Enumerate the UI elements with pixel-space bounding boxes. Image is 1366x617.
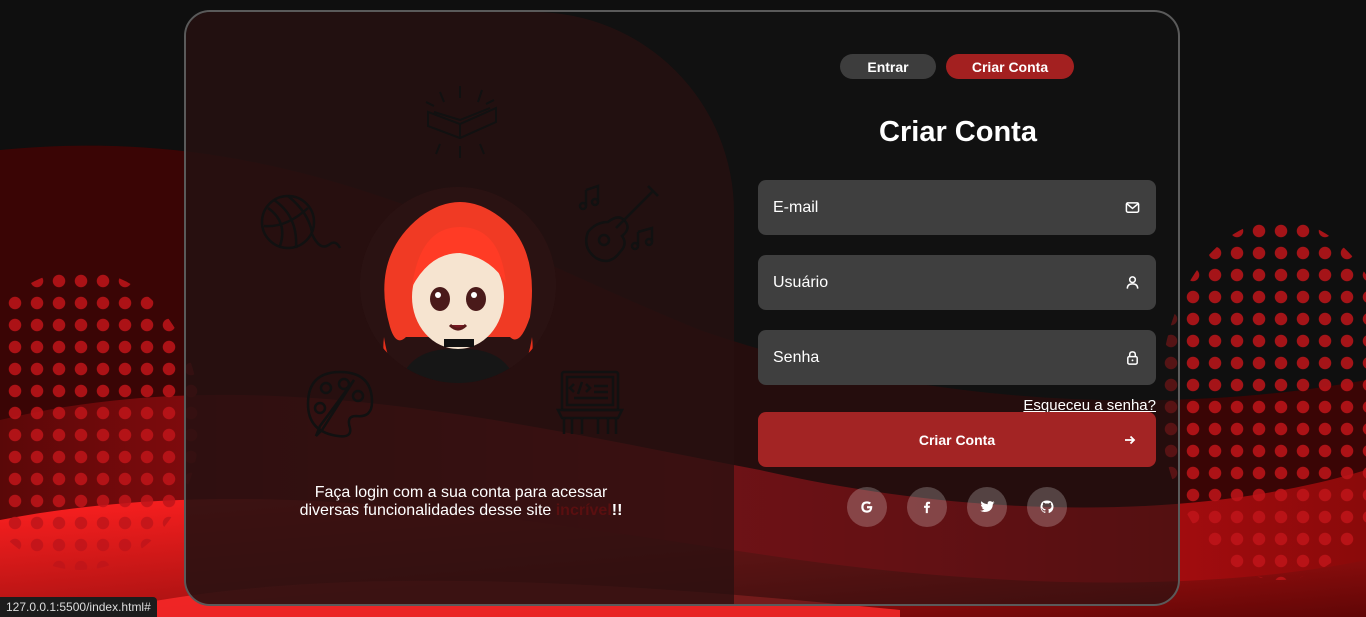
avatar-illustration [360,187,556,383]
password-field-wrapper [758,330,1156,385]
welcome-highlight: incrível [555,502,612,519]
password-field[interactable] [758,330,1156,385]
user-icon [1126,276,1139,289]
welcome-message: Faça login com a sua conta para acessar … [296,484,626,520]
laptop-code-icon [555,370,625,434]
paint-palette-icon [306,370,374,438]
status-bar-url: 127.0.0.1:5500/index.html# [0,597,157,617]
google-icon [861,501,873,513]
tab-register[interactable]: Criar Conta [946,54,1074,79]
email-field-wrapper [758,180,1156,235]
username-field[interactable] [758,255,1156,310]
avatar [360,187,556,383]
email-field[interactable] [758,180,1156,235]
auth-tabs: Entrar Criar Conta [840,54,1074,79]
create-account-button[interactable]: Criar Conta [758,412,1156,467]
social-login-row [847,487,1067,527]
facebook-icon [924,501,931,514]
github-icon [1040,500,1054,514]
twitter-icon [979,501,995,512]
create-account-label: Criar Conta [918,432,996,448]
github-login-button[interactable] [1027,487,1067,527]
facebook-login-button[interactable] [907,487,947,527]
welcome-exclamation: !! [611,502,623,519]
tab-login[interactable]: Entrar [840,54,936,79]
arrow-right-icon [1125,435,1136,445]
google-login-button[interactable] [847,487,887,527]
auth-card: Faça login com a sua conta para acessar … [184,10,1180,606]
book-doodle-icon [425,86,497,158]
username-field-wrapper [758,255,1156,310]
page-title: Criar Conta [879,116,1037,148]
yarn-ball-icon [260,194,342,250]
twitter-login-button[interactable] [967,487,1007,527]
envelope-icon [1125,202,1140,213]
guitar-music-icon [578,184,659,263]
lock-icon [1127,351,1138,365]
